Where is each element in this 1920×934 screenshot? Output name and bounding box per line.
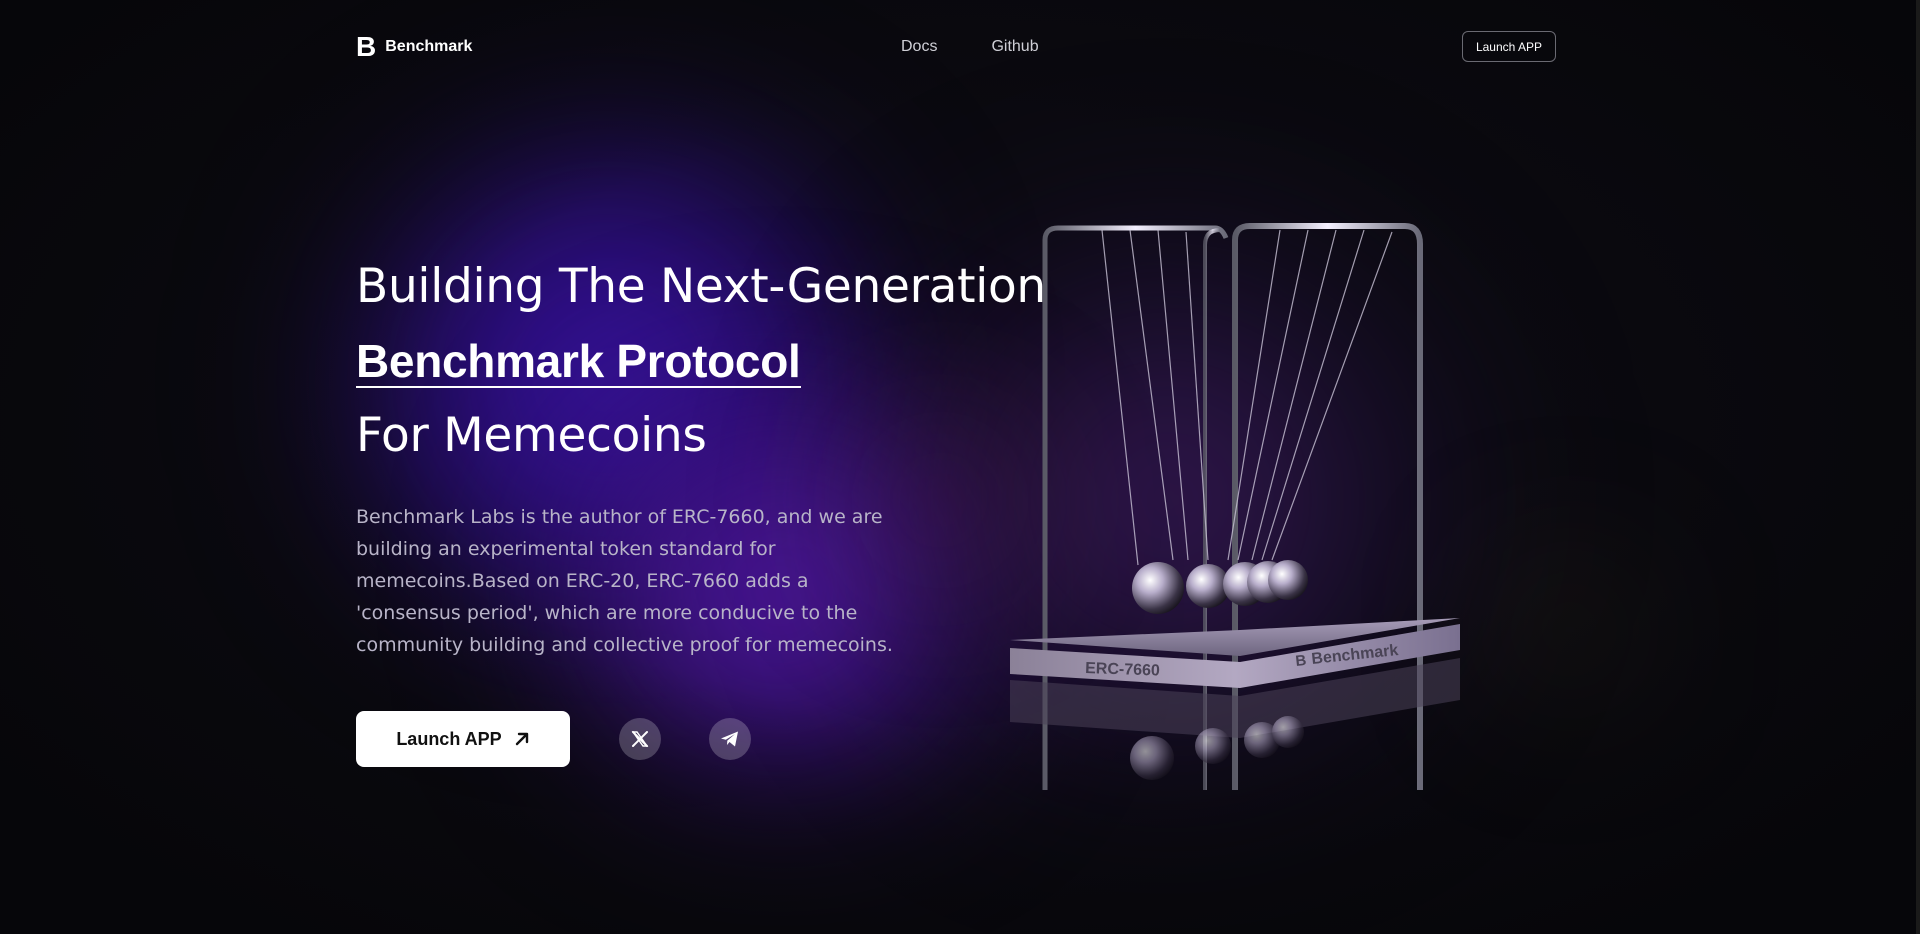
launch-app-button[interactable]: Launch APP bbox=[356, 711, 570, 767]
header-launch-app-button[interactable]: Launch APP bbox=[1461, 31, 1556, 62]
hero-description: Benchmark Labs is the author of ERC-7660… bbox=[356, 506, 893, 656]
hero-title-highlight: Benchmark Protocol bbox=[356, 324, 801, 398]
base-erc-label: ERC-7660 bbox=[1085, 660, 1160, 680]
scrollbar-track bbox=[1916, 0, 1920, 934]
nav-links: Docs Github bbox=[901, 38, 1039, 56]
arrow-up-right-icon bbox=[515, 732, 528, 746]
cta-row: Launch APP bbox=[356, 711, 1016, 767]
nav-docs-link[interactable]: Docs bbox=[901, 38, 937, 56]
newtons-cradle-illustration: ERC-7660 B Benchmark bbox=[1010, 223, 1460, 790]
x-social-button[interactable] bbox=[619, 718, 661, 760]
logo-mark: B bbox=[356, 31, 376, 62]
logo[interactable]: B Benchmark bbox=[356, 33, 472, 61]
nav-github-link[interactable]: Github bbox=[991, 38, 1038, 56]
hero-section: Building The Next-Generation Benchmark P… bbox=[356, 250, 1046, 767]
hero-title-line-2-wrap: Benchmark Protocol bbox=[356, 324, 1016, 399]
launch-app-label: Launch APP bbox=[396, 728, 502, 749]
top-navigation: B Benchmark Docs Github Launch APP bbox=[356, 30, 1556, 64]
base-logo-mark: B bbox=[1295, 652, 1308, 670]
telegram-social-button[interactable] bbox=[709, 718, 751, 760]
x-icon bbox=[631, 731, 649, 747]
telegram-icon bbox=[721, 731, 738, 747]
brand-name: Benchmark bbox=[385, 38, 473, 55]
hero-title-line-1: Building The Next-Generation bbox=[356, 259, 1046, 314]
hero-title-line-3: For Memecoins bbox=[356, 408, 707, 463]
